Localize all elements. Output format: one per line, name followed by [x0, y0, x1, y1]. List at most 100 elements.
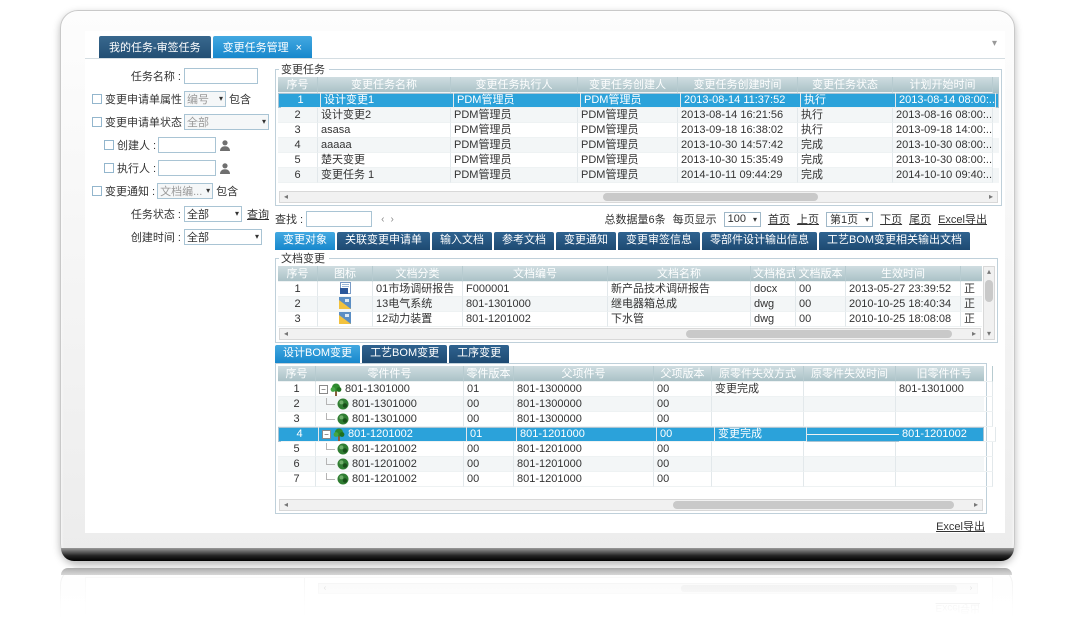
cell: 3	[278, 312, 318, 327]
table-row[interactable]: 2设计变更2PDM管理员PDM管理员2013-08-14 16:21:56执行2…	[278, 108, 999, 123]
horizontal-scrollbar[interactable]: ◂ ▸	[279, 328, 981, 340]
query-link[interactable]: 查询	[247, 206, 269, 222]
horizontal-scrollbar[interactable]: ◂ ▸	[279, 191, 998, 203]
scroll-down-icon[interactable]: ▾	[984, 329, 994, 339]
detail-tab[interactable]: 输入文档	[432, 232, 492, 250]
tab-change-task-management[interactable]: 变更任务管理 ×	[213, 36, 312, 58]
column-header	[961, 266, 982, 282]
table-row[interactable]: 1设计变更1PDM管理员PDM管理员2013-08-14 11:37:52执行2…	[278, 93, 999, 108]
tab-my-tasks[interactable]: 我的任务-审签任务	[99, 36, 211, 58]
tree-collapse-icon[interactable]: −	[322, 430, 331, 439]
attr-checkbox[interactable]	[92, 94, 102, 104]
cell: 00	[464, 472, 514, 487]
table-row[interactable]: 1−801-130100001801-130000000变更完成801-1301…	[278, 382, 984, 397]
detail-tab[interactable]: 变更对象	[275, 232, 335, 250]
notice-checkbox[interactable]	[92, 186, 102, 196]
table-row[interactable]: 213电气系统801-1301000继电器箱总成dwg002010-10-25 …	[278, 297, 982, 312]
attr-select[interactable]: 编号▾	[184, 91, 226, 107]
find-next-icon[interactable]: ›	[390, 214, 393, 225]
person-icon[interactable]	[219, 162, 231, 174]
detail-tab[interactable]: 参考文档	[494, 232, 554, 250]
detail-tab[interactable]: 零部件设计输出信息	[702, 232, 817, 250]
notice-contains-label: 包含	[216, 183, 238, 199]
scroll-left-icon[interactable]: ◂	[280, 192, 292, 202]
scroll-right-icon[interactable]: ▸	[968, 329, 980, 339]
table-row[interactable]: 5楚天变更PDM管理员PDM管理员2013-10-30 15:35:49完成20…	[278, 153, 999, 168]
cell: aaaaa	[318, 138, 451, 153]
table-row[interactable]: 7801-120100200801-120100000	[278, 472, 984, 487]
bom-tab[interactable]: 设计BOM变更	[275, 345, 360, 363]
cell: 00	[796, 297, 846, 312]
table-row[interactable]: 4−801-120100201801-120100000变更完成801-1201…	[278, 427, 984, 442]
find-prev-icon[interactable]: ‹	[381, 214, 384, 225]
table-row[interactable]: 5801-120100200801-120100000	[278, 442, 984, 457]
notice-select[interactable]: 文档编...▾	[157, 183, 213, 199]
executor-input[interactable]	[158, 160, 216, 176]
part-number: 801-1201002	[352, 457, 417, 471]
scrollbar-thumb[interactable]	[603, 193, 818, 201]
excel-export-link[interactable]: Excel导出	[938, 211, 987, 227]
scroll-up-icon[interactable]: ▴	[984, 267, 994, 277]
scroll-right-icon[interactable]: ▸	[970, 500, 982, 510]
tab-label: 变更任务管理	[223, 42, 289, 54]
last-page-link[interactable]: 尾页	[909, 211, 931, 227]
person-icon[interactable]	[219, 139, 231, 151]
cell: 00	[654, 472, 712, 487]
excel-export-link[interactable]: Excel导出	[936, 521, 985, 533]
cell: PDM管理员	[578, 153, 678, 168]
prev-page-link[interactable]: 上页	[797, 211, 819, 227]
table-row[interactable]: 6变更任务 1PDM管理员PDM管理员2014-10-11 09:44:29完成…	[278, 168, 999, 183]
table-row[interactable]: 4aaaaaPDM管理员PDM管理员2013-10-30 14:57:42完成2…	[278, 138, 999, 153]
state-select[interactable]: 全部▾	[184, 206, 242, 222]
next-page-link[interactable]: 下页	[880, 211, 902, 227]
scroll-left-icon[interactable]: ◂	[280, 500, 292, 510]
creator-input[interactable]	[158, 137, 216, 153]
detail-tab[interactable]: 变更审签信息	[618, 232, 700, 250]
chevron-down-icon[interactable]: ▾	[992, 40, 997, 48]
document-body: 101市场调研报告F000001新产品技术调研报告docx002013-05-2…	[278, 282, 982, 327]
tree-collapse-icon[interactable]: −	[319, 385, 328, 394]
table-row[interactable]: 3801-130100000801-130000000	[278, 412, 984, 427]
first-page-link[interactable]: 首页	[768, 211, 790, 227]
vertical-scrollbar[interactable]: ▴ ▾	[983, 266, 995, 340]
task-name-input[interactable]	[184, 68, 258, 84]
scrollbar-thumb[interactable]	[686, 330, 952, 338]
executor-label: 执行人 :	[117, 160, 156, 176]
table-row[interactable]: 6801-120100200801-120100000	[278, 457, 984, 472]
cell: 2013-05-27 23:39:52	[846, 282, 961, 297]
per-page-select[interactable]: 100▾	[724, 212, 761, 227]
cell: F000001	[463, 282, 608, 297]
cell	[896, 472, 993, 487]
bom-tab[interactable]: 工序变更	[449, 345, 509, 363]
chevron-down-icon: ▾	[219, 94, 223, 103]
scrollbar-thumb[interactable]	[985, 280, 993, 302]
creator-checkbox[interactable]	[104, 140, 114, 150]
detail-tab[interactable]: 工艺BOM变更相关输出文档	[819, 232, 970, 250]
cell	[804, 412, 896, 427]
time-select[interactable]: 全部▾	[184, 229, 262, 245]
close-icon[interactable]: ×	[296, 42, 302, 54]
cell	[807, 434, 899, 435]
detail-tab[interactable]: 变更通知	[556, 232, 616, 250]
status-checkbox[interactable]	[92, 117, 102, 127]
status-select[interactable]: 全部▾	[184, 114, 269, 130]
cell: 3	[278, 412, 316, 427]
table-row[interactable]: 312动力装置801-1201002下水管dwg002010-10-25 18:…	[278, 312, 982, 327]
scrollbar-thumb[interactable]	[673, 501, 954, 509]
table-row[interactable]: 101市场调研报告F000001新产品技术调研报告docx002013-05-2…	[278, 282, 982, 297]
scroll-right-icon[interactable]: ▸	[985, 192, 997, 202]
cell: 完成	[798, 168, 893, 183]
table-row[interactable]: 3asasaPDM管理员PDM管理员2013-09-18 16:38:02执行2…	[278, 123, 999, 138]
cell: 下水管	[608, 312, 751, 327]
scroll-left-icon[interactable]: ◂	[280, 329, 292, 339]
table-row[interactable]: 2801-130100000801-130000000	[278, 397, 984, 412]
find-input[interactable]	[306, 211, 372, 227]
detail-tab[interactable]: 关联变更申请单	[337, 232, 430, 250]
horizontal-scrollbar[interactable]: ◂ ▸	[279, 499, 983, 511]
executor-checkbox[interactable]	[104, 163, 114, 173]
cell: 2013-08-14 08:00:...	[896, 93, 996, 108]
bom-tab[interactable]: 工艺BOM变更	[362, 345, 447, 363]
column-header: 父项版本	[654, 366, 712, 382]
cell: PDM管理员	[451, 153, 578, 168]
page-select[interactable]: 第1页▾	[826, 212, 873, 227]
